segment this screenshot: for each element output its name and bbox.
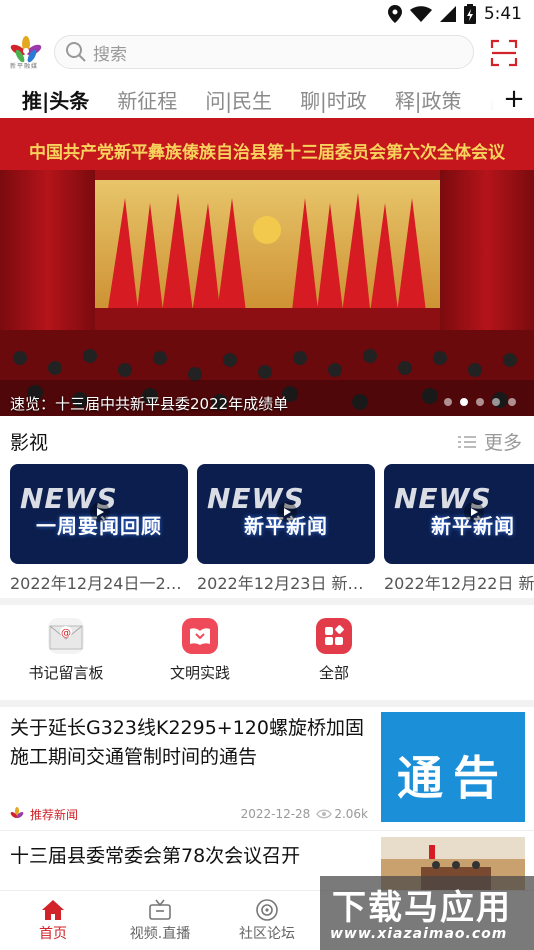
shortcut-label: 书记留言板 <box>28 664 104 682</box>
eye-icon <box>316 809 333 819</box>
nav-label: 首页 <box>39 926 67 942</box>
forum-icon <box>256 899 278 921</box>
video-title: 2022年12月23日 新… <box>197 574 364 593</box>
news-views: 2.06k <box>316 807 368 821</box>
carousel-dot[interactable] <box>492 398 500 406</box>
battery-icon <box>463 4 476 24</box>
carousel-dot-active[interactable] <box>460 398 468 406</box>
app-header: 新平融媒 搜索 <box>0 30 534 76</box>
video-thumbnail: NEWS 新平新闻 <box>384 464 534 564</box>
video-card[interactable]: NEWS 新平新闻 2022年12月22日 新… <box>384 464 534 594</box>
nav-home[interactable]: 首页 <box>8 897 98 943</box>
play-icon <box>90 502 110 522</box>
shortcut-label: 全部 <box>318 664 349 682</box>
list-icon <box>457 435 476 448</box>
shortcut-bar: @ 书记留言板 文明实践 全部 <box>0 612 534 702</box>
nav-label: 视频.直播 <box>129 926 191 942</box>
video-title: 2022年12月24日一25… <box>10 574 188 593</box>
search-input[interactable]: 搜索 <box>54 35 474 69</box>
tab-headline[interactable]: 推|头条 <box>22 85 89 114</box>
more-label: 更多 <box>483 432 522 454</box>
tv-icon <box>149 899 171 920</box>
signal-icon <box>439 6 456 22</box>
video-thumbnail: NEWS 一周要闻回顾 <box>10 464 188 564</box>
section-divider <box>0 598 534 605</box>
search-icon <box>66 42 86 62</box>
tab-policy[interactable]: 释|政策 <box>395 85 462 114</box>
banner-headline: 中国共产党新平彝族傣族自治县第十三届委员会第六次全体会议 <box>29 142 506 163</box>
mail-icon: @ <box>48 618 84 654</box>
shortcut-label: 文明实践 <box>169 664 230 682</box>
video-thumbnail: NEWS 新平新闻 <box>197 464 375 564</box>
tab-new-journey[interactable]: 新征程 <box>117 85 177 114</box>
nav-video-live[interactable]: 视频.直播 <box>115 897 205 943</box>
add-channel-button[interactable]: + <box>494 80 534 118</box>
news-meta: 推荐新闻 2022-12-28 2.06k <box>10 806 368 822</box>
wifi-icon <box>409 6 432 22</box>
watermark-text: 下载马应用 <box>332 888 512 928</box>
banner-image: 中国共产党新平彝族傣族自治县第十三届委员会第六次全体会议 <box>0 118 534 416</box>
thumb-label: 新平新闻 <box>431 514 515 538</box>
shortcut-civilization[interactable]: 文明实践 <box>145 612 255 683</box>
banner-carousel[interactable]: 中国共产党新平彝族傣族自治县第十三届委员会第六次全体会议 <box>0 118 534 416</box>
tab-livelihood[interactable]: 问|民生 <box>205 85 272 114</box>
home-icon <box>42 900 64 920</box>
notice-thumb-text: 通告 <box>397 751 509 805</box>
channel-tabs: 推|头条 新征程 问|民生 聊|时政 释|政策 品 + <box>0 80 534 118</box>
carousel-dot[interactable] <box>444 398 452 406</box>
book-icon <box>182 618 218 654</box>
search-placeholder: 搜索 <box>93 44 127 65</box>
news-date: 2022-12-28 <box>240 807 311 821</box>
video-list: NEWS 一周要闻回顾 2022年12月24日一25… NEWS 新平新闻 20… <box>10 464 534 594</box>
play-icon <box>277 502 297 522</box>
video-more-link[interactable]: 更多 <box>457 428 522 455</box>
news-tag: 推荐新闻 <box>30 807 79 822</box>
nav-forum[interactable]: 社区论坛 <box>222 897 312 943</box>
logo-caption: 新平融媒 <box>10 63 39 70</box>
news-thumbnail: 通告 <box>381 712 525 822</box>
tab-politics[interactable]: 聊|时政 <box>300 85 367 114</box>
source-logo-icon <box>10 807 24 818</box>
scan-icon[interactable] <box>490 39 518 67</box>
nav-label: 社区论坛 <box>239 926 295 942</box>
video-title: 2022年12月22日 新… <box>384 574 534 593</box>
carousel-dot[interactable] <box>476 398 484 406</box>
section-divider <box>0 700 534 707</box>
video-card[interactable]: NEWS 一周要闻回顾 2022年12月24日一25… <box>10 464 188 594</box>
play-icon <box>464 502 484 522</box>
status-time: 5:41 <box>483 4 522 24</box>
carousel-dot[interactable] <box>508 398 516 406</box>
location-icon <box>387 5 402 23</box>
svg-text:@: @ <box>61 628 71 639</box>
shortcut-all[interactable]: 全部 <box>279 612 389 683</box>
status-bar: 5:41 <box>0 0 534 28</box>
watermark-url: www.xiazaimao.com <box>330 926 508 942</box>
news-item[interactable]: 关于延长G323线K2295+120螺旋桥加固施工期间交通管制时间的通告 通告 … <box>0 708 534 828</box>
carousel-indicators <box>444 398 516 406</box>
video-card[interactable]: NEWS 新平新闻 2022年12月23日 新… <box>197 464 375 594</box>
video-section-title: 影视 <box>10 432 49 454</box>
watermark-overlay: 下载马应用 www.xiazaimao.com <box>320 876 534 950</box>
grid-icon <box>316 618 352 654</box>
shortcut-message-board[interactable]: @ 书记留言板 <box>11 612 121 683</box>
banner-caption: 速览：十三届中共新平县委2022年成绩单 <box>10 395 289 413</box>
news-views-count: 2.06k <box>334 807 368 821</box>
news-title: 十三届县委常委会第78次会议召开 <box>10 845 301 867</box>
news-title: 关于延长G323线K2295+120螺旋桥加固施工期间交通管制时间的通告 <box>10 717 364 768</box>
